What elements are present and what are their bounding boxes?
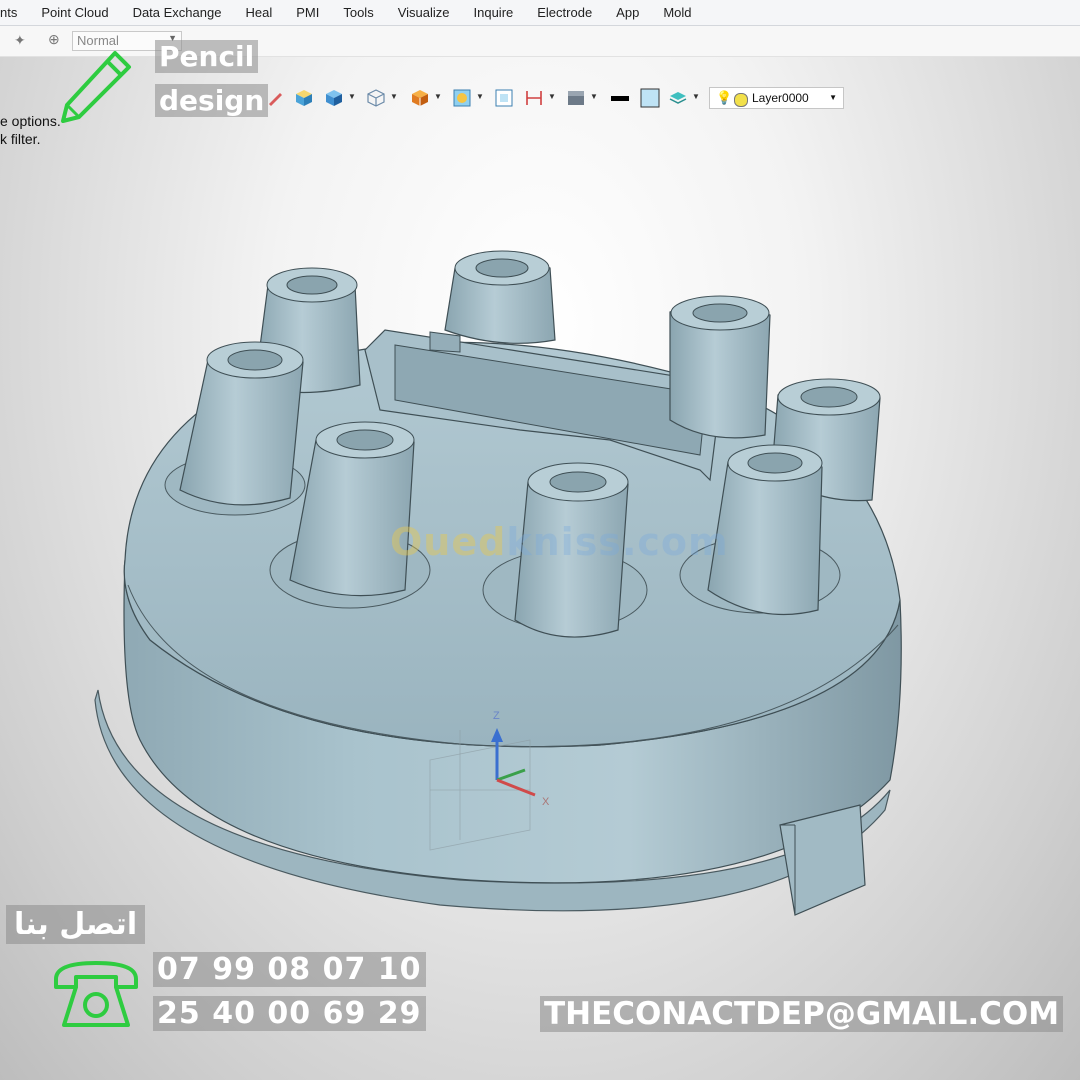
email-address[interactable]: THECONACTDEP@GMAIL.COM bbox=[540, 996, 1064, 1032]
contact-title: اتصل بنا bbox=[6, 905, 146, 944]
pencil-icon bbox=[61, 51, 131, 123]
phone-number-1[interactable]: 07 99 08 07 10 bbox=[153, 952, 426, 987]
terminal-tower bbox=[444, 250, 556, 344]
terminal-tower bbox=[179, 341, 304, 506]
telephone-icon bbox=[54, 961, 138, 1027]
phone-number-2[interactable]: 25 40 00 69 29 bbox=[153, 996, 426, 1031]
distributor-cap-model[interactable] bbox=[94, 250, 902, 916]
watermark-part-2: kniss bbox=[506, 520, 622, 564]
axis-x-label: X bbox=[542, 796, 550, 808]
brand-line-1: Pencil bbox=[155, 40, 259, 73]
watermark: Ouedkniss.com bbox=[390, 520, 729, 564]
axis-z-label: Z bbox=[493, 710, 500, 722]
watermark-part-3: .com bbox=[621, 520, 729, 564]
brand-line-2: design bbox=[155, 84, 269, 117]
terminal-tower bbox=[669, 295, 771, 439]
watermark-part-1: Oued bbox=[390, 520, 507, 564]
